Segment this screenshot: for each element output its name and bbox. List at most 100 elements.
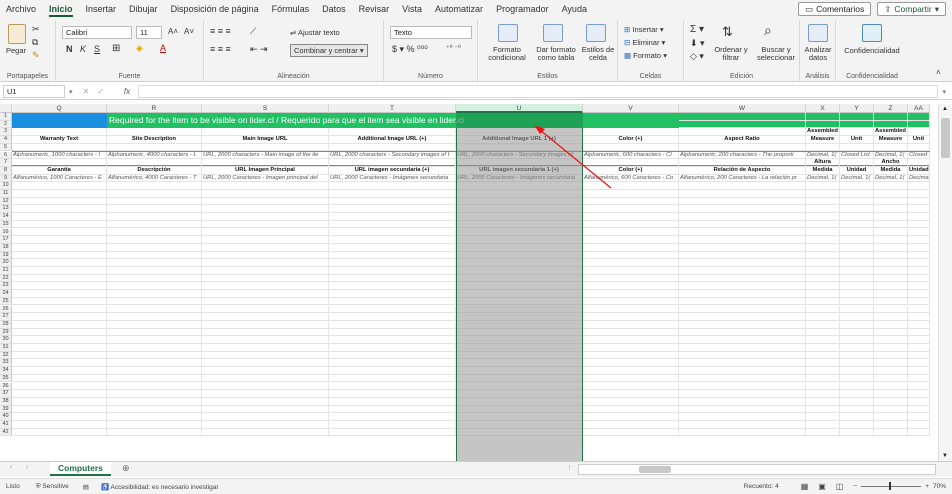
format-table-button[interactable]: Dar formato como tabla	[534, 46, 578, 62]
cell-S9[interactable]: URL, 2000 Caracteres - Imagen principal …	[202, 174, 329, 183]
cell-Z36[interactable]	[874, 382, 908, 391]
menu-tab-5[interactable]: Fórmulas	[272, 0, 310, 18]
cell-T8[interactable]: URL imagen secundaria (+)	[329, 166, 456, 175]
cell-AA14[interactable]	[908, 213, 930, 221]
cell-Q17[interactable]	[12, 236, 107, 244]
cell-AA3[interactable]	[908, 128, 930, 137]
cell-W18[interactable]	[679, 243, 806, 252]
cell-V24[interactable]	[583, 290, 679, 298]
cell-Z27[interactable]	[874, 313, 908, 321]
cell-Q7[interactable]	[12, 159, 107, 167]
select-all-corner[interactable]	[0, 104, 12, 113]
row-header-34[interactable]: 34	[0, 367, 12, 375]
sensitivity-icon[interactable]	[862, 24, 882, 42]
cell-S31[interactable]	[202, 344, 329, 352]
cell-T41[interactable]	[329, 421, 456, 429]
menu-tab-8[interactable]: Vista	[402, 0, 422, 18]
cell-T37[interactable]	[329, 390, 456, 398]
row-header-15[interactable]: 15	[0, 220, 12, 229]
row-header-7[interactable]: 7	[0, 159, 12, 167]
cell-W23[interactable]	[679, 282, 806, 291]
font-color-icon[interactable]: A	[160, 43, 166, 53]
row-header-30[interactable]: 30	[0, 336, 12, 344]
row-header-12[interactable]: 12	[0, 197, 12, 206]
cell-X8[interactable]: Medida	[806, 166, 840, 175]
cell-Q31[interactable]	[12, 344, 107, 352]
cell-S18[interactable]	[202, 243, 329, 252]
cell-Q12[interactable]	[12, 197, 107, 206]
cell-R7[interactable]	[107, 159, 202, 167]
cell-R24[interactable]	[107, 290, 202, 298]
cell-Z11[interactable]	[874, 190, 908, 198]
cell-V26[interactable]	[583, 305, 679, 314]
border-icon[interactable]: ⊞	[112, 43, 120, 54]
menu-tab-7[interactable]: Revisar	[359, 0, 390, 18]
cell-T27[interactable]	[329, 313, 456, 321]
cell-T3[interactable]	[329, 128, 456, 137]
cell-X30[interactable]	[806, 336, 840, 344]
cell-X5[interactable]	[806, 143, 840, 152]
cell-Y22[interactable]	[840, 274, 874, 283]
cell-Z9[interactable]: Decimal, 1(	[874, 174, 908, 183]
cell-V37[interactable]	[583, 390, 679, 398]
cell-Y28[interactable]	[840, 320, 874, 329]
cell-T9[interactable]: URL, 2000 Caracteres - Imágenes secundar…	[329, 174, 456, 183]
row-header-38[interactable]: 38	[0, 397, 12, 406]
cell-S40[interactable]	[202, 413, 329, 421]
cell-X36[interactable]	[806, 382, 840, 391]
decimal-icon[interactable]: ⁺⁰ ⁻⁰	[446, 44, 461, 52]
cell-V27[interactable]	[583, 313, 679, 321]
format-button[interactable]: ▦ Formato ▾	[624, 51, 667, 60]
cell-X27[interactable]	[806, 313, 840, 321]
cell-S5[interactable]	[202, 143, 329, 152]
cell-S3[interactable]	[202, 128, 329, 137]
cell-W22[interactable]	[679, 274, 806, 283]
add-sheet-icon[interactable]: ⊕	[122, 463, 130, 474]
cell-Y38[interactable]	[840, 397, 874, 406]
cell-W37[interactable]	[679, 390, 806, 398]
column-header-T[interactable]: T	[329, 104, 456, 113]
row-header-6[interactable]: 6	[0, 151, 12, 160]
cell-T12[interactable]	[329, 197, 456, 206]
cell-AA39[interactable]	[908, 405, 930, 414]
cell-T5[interactable]	[329, 143, 456, 152]
clear-icon[interactable]: ◇ ▾	[690, 51, 704, 62]
sensitivity-button[interactable]: Confidencialidad	[838, 46, 906, 55]
row-header-24[interactable]: 24	[0, 290, 12, 298]
cell-S37[interactable]	[202, 390, 329, 398]
paste-button[interactable]: Pegar	[6, 46, 26, 55]
cell-Z2[interactable]	[874, 120, 908, 129]
cell-X7[interactable]: Altura	[806, 159, 840, 167]
cell-Q42[interactable]	[12, 428, 107, 437]
cell-R14[interactable]	[107, 213, 202, 221]
cell-W5[interactable]	[679, 143, 806, 152]
cell-V25[interactable]	[583, 297, 679, 306]
horizontal-scrollbar[interactable]	[578, 464, 936, 475]
cell-Z42[interactable]	[874, 428, 908, 437]
cell-R22[interactable]	[107, 274, 202, 283]
row-header-32[interactable]: 32	[0, 351, 12, 360]
cell-Q19[interactable]	[12, 251, 107, 260]
font-name-select[interactable]: Calibri	[62, 26, 132, 39]
cell-Q15[interactable]	[12, 220, 107, 229]
cell-W31[interactable]	[679, 344, 806, 352]
cell-Y20[interactable]	[840, 259, 874, 267]
cell-X12[interactable]	[806, 197, 840, 206]
cell-S10[interactable]	[202, 182, 329, 190]
cell-T32[interactable]	[329, 351, 456, 360]
fill-color-icon[interactable]: ◈	[136, 43, 143, 54]
cell-T7[interactable]	[329, 159, 456, 167]
cell-Y36[interactable]	[840, 382, 874, 391]
cell-R26[interactable]	[107, 305, 202, 314]
cell-Z24[interactable]	[874, 290, 908, 298]
cell-Q4[interactable]: Warranty Text	[12, 136, 107, 144]
cell-R36[interactable]	[107, 382, 202, 391]
cell-W12[interactable]	[679, 197, 806, 206]
column-header-Y[interactable]: Y	[840, 104, 874, 113]
cell-W34[interactable]	[679, 367, 806, 375]
cell-R11[interactable]	[107, 190, 202, 198]
cell-Z5[interactable]	[874, 143, 908, 152]
cell-Q8[interactable]: Garantía	[12, 166, 107, 175]
cell-Q39[interactable]	[12, 405, 107, 414]
cell-Z15[interactable]	[874, 220, 908, 229]
